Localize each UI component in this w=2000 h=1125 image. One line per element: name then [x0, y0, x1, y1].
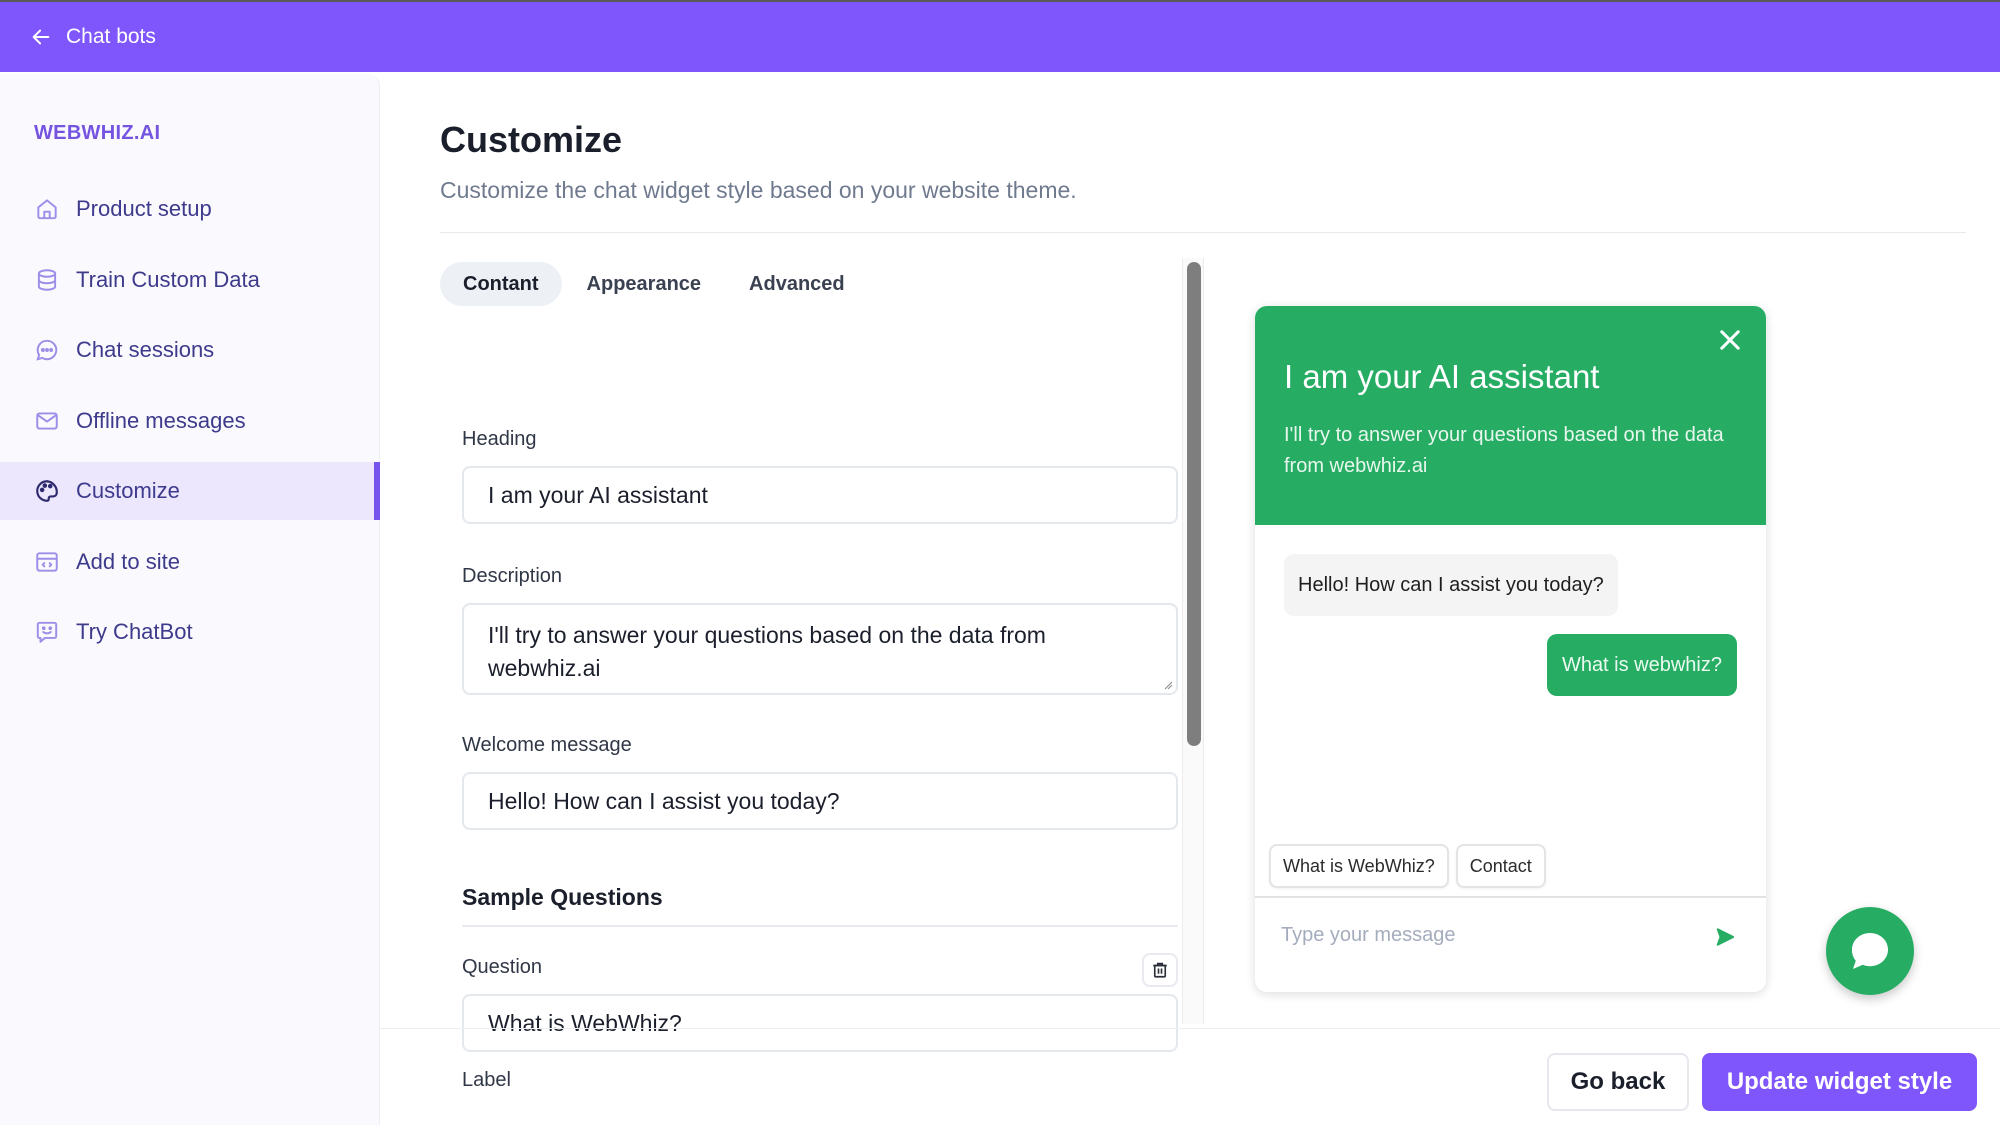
- scrollbar-thumb[interactable]: [1187, 262, 1201, 746]
- code-window-icon: [34, 549, 60, 575]
- mail-icon: [34, 408, 60, 434]
- description-label: Description: [462, 565, 563, 587]
- sidebar-item-label: Chat sessions: [76, 337, 215, 362]
- tab-bar: Contant Appearance Advanced: [440, 262, 870, 306]
- chat-bubble-icon: [34, 337, 60, 363]
- section-divider: [462, 925, 1178, 927]
- widget-description: I'll try to answer your questions based …: [1284, 424, 1724, 477]
- tab-appearance[interactable]: Appearance: [564, 262, 725, 306]
- bot-icon: [34, 619, 60, 645]
- trash-icon: [1153, 962, 1167, 978]
- heading-label: Heading: [462, 428, 537, 450]
- sidebar-item-try-chatbot[interactable]: Try ChatBot: [0, 603, 380, 661]
- chat-bubble-icon: [1851, 933, 1888, 969]
- sidebar-item-customize[interactable]: Customize: [0, 462, 380, 520]
- widget-heading: I am your AI assistant: [1284, 358, 1600, 395]
- sidebar-item-add-to-site[interactable]: Add to site: [0, 533, 380, 591]
- home-icon: [34, 196, 60, 222]
- sample-question-chips: What is WebWhiz? Contact: [1269, 844, 1553, 888]
- header-divider: [440, 232, 1966, 233]
- sidebar: WEBWHIZ.AI Product setup Train Custom Da…: [0, 74, 380, 1125]
- heading-input[interactable]: I am your AI assistant: [462, 466, 1178, 524]
- sample-question-chip[interactable]: What is WebWhiz?: [1269, 844, 1449, 888]
- close-icon[interactable]: [1716, 326, 1744, 354]
- form-scrollbar[interactable]: [1182, 258, 1204, 1024]
- welcome-message-input[interactable]: Hello! How can I assist you today?: [462, 772, 1178, 830]
- update-widget-style-button[interactable]: Update widget style: [1702, 1053, 1977, 1111]
- sidebar-item-chat-sessions[interactable]: Chat sessions: [0, 321, 380, 379]
- chat-launcher-button[interactable]: [1826, 907, 1914, 995]
- sidebar-item-offline-messages[interactable]: Offline messages: [0, 392, 380, 450]
- go-back-button[interactable]: Go back: [1547, 1053, 1689, 1111]
- tab-content[interactable]: Contant: [440, 262, 562, 306]
- welcome-message-label: Welcome message: [462, 734, 632, 756]
- label-field-label: Label: [462, 1069, 511, 1091]
- user-message: What is webwhiz?: [1546, 634, 1737, 696]
- back-label: Chat bots: [66, 25, 156, 48]
- footer-divider: [380, 1028, 2000, 1029]
- send-icon[interactable]: [1714, 926, 1736, 948]
- sample-questions-title: Sample Questions: [462, 884, 663, 910]
- arrow-left-icon: [32, 29, 50, 45]
- top-bar: Chat bots: [0, 0, 2000, 72]
- sample-question-chip[interactable]: Contact: [1455, 844, 1546, 888]
- description-textarea-value: I'll try to answer your questions based …: [488, 622, 1046, 681]
- sidebar-item-label: Train Custom Data: [76, 266, 260, 292]
- description-textarea[interactable]: I'll try to answer your questions based …: [462, 603, 1178, 695]
- heading-input-value: I am your AI assistant: [488, 481, 708, 508]
- sidebar-item-label: Offline messages: [76, 407, 246, 433]
- sidebar-item-label: Try ChatBot: [76, 619, 193, 644]
- back-to-chatbots-link[interactable]: Chat bots: [30, 25, 156, 49]
- database-icon: [34, 267, 60, 293]
- widget-divider: [1255, 896, 1766, 898]
- sidebar-item-product-setup[interactable]: Product setup: [0, 180, 380, 238]
- sidebar-item-label: Product setup: [76, 196, 212, 221]
- resize-grip-icon[interactable]: [1163, 680, 1173, 690]
- question-input-value: What is WebWhiz?: [488, 1009, 682, 1036]
- question-input[interactable]: What is WebWhiz?: [462, 994, 1178, 1052]
- sidebar-item-label: Add to site: [76, 548, 180, 574]
- delete-question-button[interactable]: [1142, 953, 1178, 987]
- sidebar-item-train-custom-data[interactable]: Train Custom Data: [0, 251, 380, 309]
- sidebar-nav: Product setup Train Custom Data Chat ses…: [0, 180, 380, 674]
- widget-message-input[interactable]: Type your message: [1281, 924, 1456, 947]
- page-subtitle: Customize the chat widget style based on…: [440, 177, 1077, 203]
- page-title: Customize: [440, 119, 623, 160]
- widget-header: I am your AI assistant I'll try to answe…: [1255, 306, 1766, 525]
- welcome-message-value: Hello! How can I assist you today?: [488, 787, 840, 814]
- brand-logo: WEBWHIZ.AI: [34, 122, 161, 144]
- tab-advanced[interactable]: Advanced: [726, 262, 868, 306]
- sidebar-item-label: Customize: [76, 478, 180, 503]
- question-label: Question: [462, 956, 543, 978]
- chat-widget-preview: I am your AI assistant I'll try to answe…: [1255, 306, 1766, 992]
- palette-icon: [34, 478, 60, 504]
- bot-message: Hello! How can I assist you today?: [1284, 554, 1618, 616]
